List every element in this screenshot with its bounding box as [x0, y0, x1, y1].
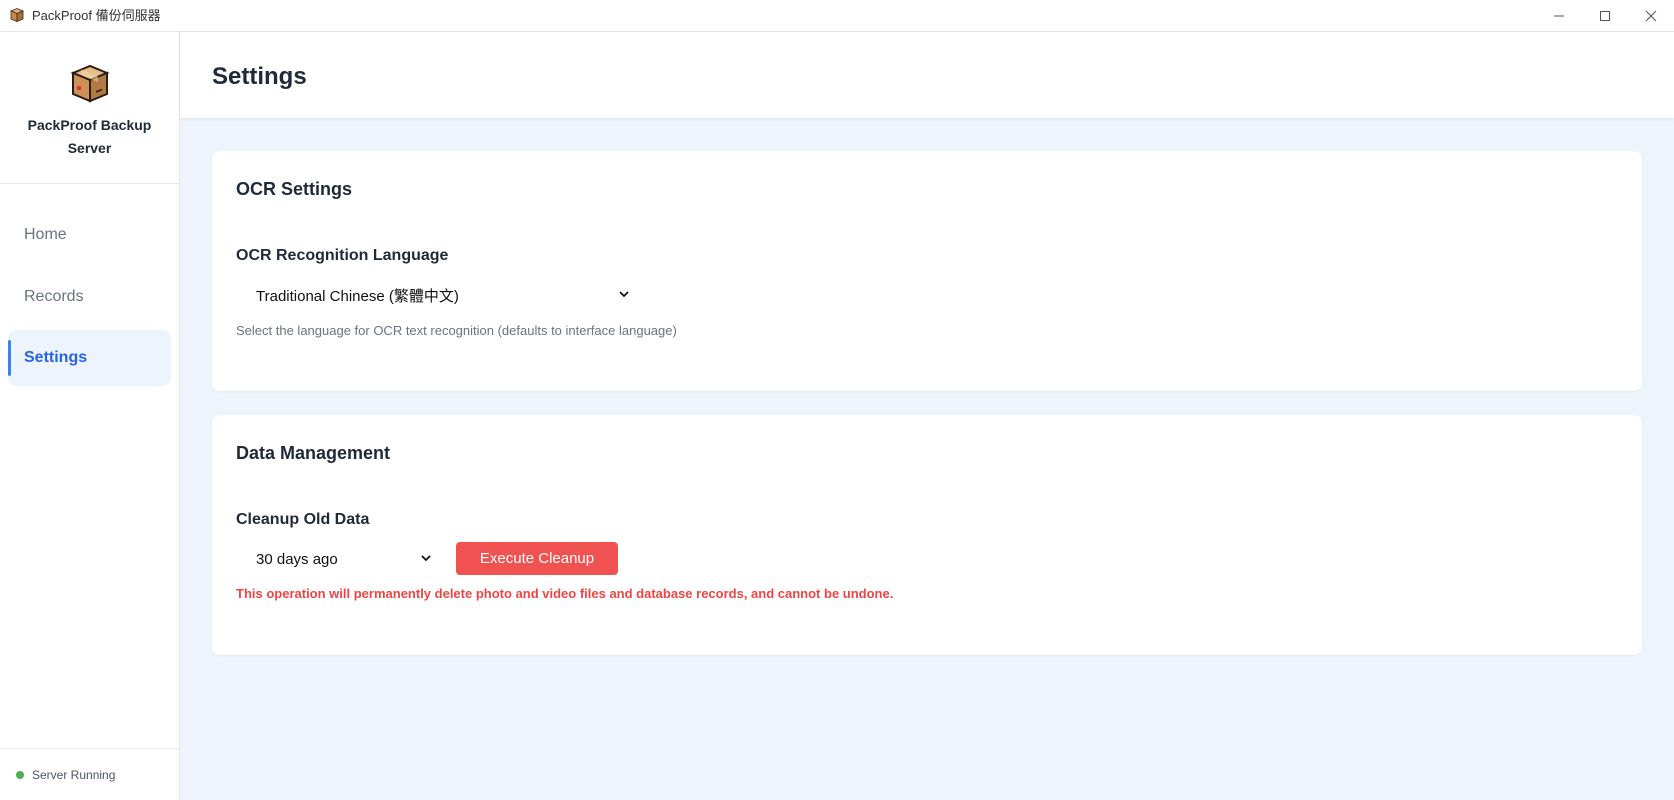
ocr-language-hint: Select the language for OCR text recogni…: [236, 323, 677, 338]
sidebar-item-label: Records: [24, 288, 84, 305]
status-dot-icon: [16, 770, 24, 779]
page-header: Settings: [180, 32, 1674, 118]
cleanup-warning: This operation will permanently delete p…: [236, 586, 894, 601]
brand: PackProof Backup Server: [0, 32, 179, 184]
sidebar-item-label: Settings: [24, 349, 88, 366]
cleanup-label: Cleanup Old Data: [236, 511, 370, 528]
data-management-title: Data Management: [236, 443, 391, 463]
sidebar-item-home[interactable]: Home: [8, 207, 171, 263]
server-status: Server Running: [0, 748, 179, 800]
ocr-language-value: Traditional Chinese (繁體中文): [256, 287, 459, 305]
package-box-icon: [9, 8, 25, 23]
main-content: Settings OCR Settings OCR Recognition La…: [180, 32, 1674, 800]
sidebar-item-records[interactable]: Records: [8, 269, 171, 325]
chevron-down-icon: [619, 291, 629, 298]
chevron-down-icon: [421, 555, 431, 562]
minimize-icon: [1554, 15, 1564, 17]
maximize-button[interactable]: [1582, 0, 1628, 32]
sidebar-item-settings[interactable]: Settings: [8, 330, 171, 386]
sidebar: PackProof Backup Server Home Records Set…: [0, 32, 180, 800]
window-title: PackProof 備份伺服器: [32, 8, 161, 23]
server-status-label: Server Running: [32, 767, 116, 782]
ocr-language-select[interactable]: Traditional Chinese (繁體中文): [236, 278, 636, 312]
cleanup-age-value: 30 days ago: [256, 550, 338, 568]
close-button[interactable]: [1628, 0, 1674, 32]
execute-cleanup-button[interactable]: Execute Cleanup: [456, 542, 618, 575]
window-titlebar: PackProof 備份伺服器: [0, 0, 1674, 32]
sidebar-item-label: Home: [24, 226, 67, 243]
data-management-card: Data Management Cleanup Old Data 30 days…: [212, 415, 1642, 655]
page-title: Settings: [212, 63, 307, 90]
package-box-icon: [70, 64, 110, 103]
cleanup-age-select[interactable]: 30 days ago: [236, 542, 436, 576]
minimize-button[interactable]: [1536, 0, 1582, 32]
close-icon: [1645, 10, 1657, 22]
maximize-icon: [1600, 11, 1610, 21]
ocr-settings-title: OCR Settings: [236, 179, 353, 199]
brand-name: PackProof Backup Server: [27, 117, 152, 156]
ocr-language-label: OCR Recognition Language: [236, 247, 449, 264]
ocr-settings-card: OCR Settings OCR Recognition Language Tr…: [212, 151, 1642, 391]
